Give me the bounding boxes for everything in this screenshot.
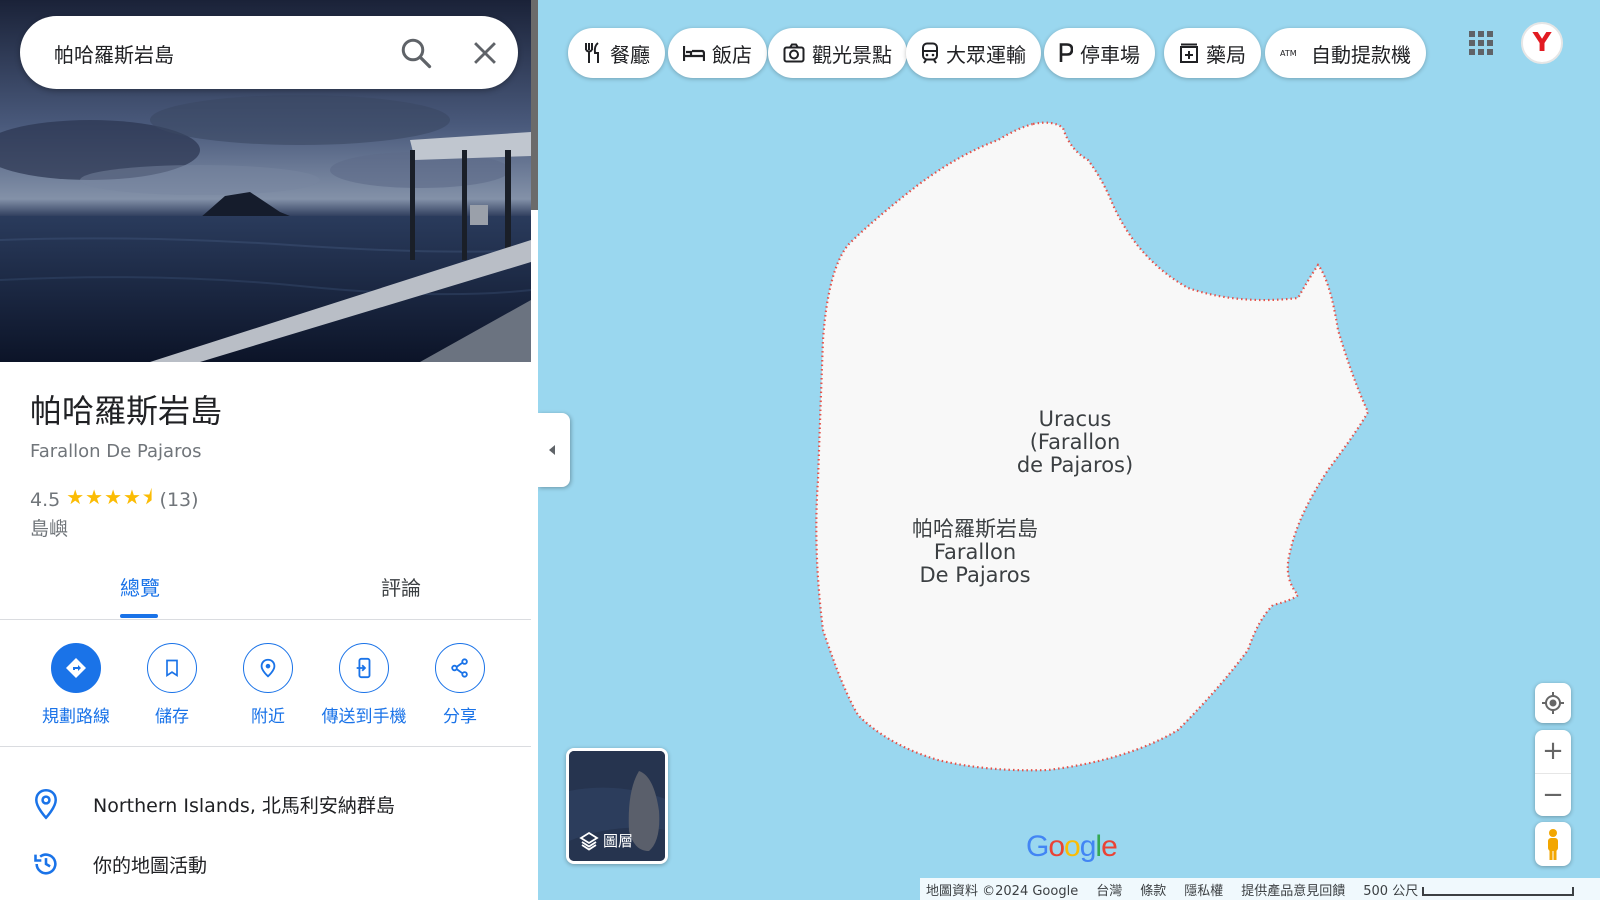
chip-label: 飯店 xyxy=(712,42,752,67)
directions-icon xyxy=(51,643,101,693)
map-activity-row[interactable]: 你的地圖活動 xyxy=(0,838,531,888)
location-pin-icon xyxy=(35,789,57,820)
layers-button[interactable]: 圖層 xyxy=(566,748,668,864)
nearby-button[interactable]: 附近 xyxy=(218,643,318,727)
chip-attractions[interactable]: 觀光景點 xyxy=(768,28,907,78)
place-panel: 帕哈羅斯岩島 Farallon De Pajaros 4.5 ★★★★⯨ (13… xyxy=(0,0,538,900)
chip-atm[interactable]: ATM 自動提款機 xyxy=(1265,28,1426,78)
search-box[interactable] xyxy=(20,16,518,89)
tab-overview[interactable]: 總覽 xyxy=(120,572,160,601)
my-location-button[interactable] xyxy=(1535,683,1571,723)
rating-value: 4.5 xyxy=(30,489,61,511)
pegman-icon xyxy=(1548,829,1558,860)
search-input[interactable] xyxy=(52,32,356,74)
save-label: 儲存 xyxy=(155,707,189,727)
share-label: 分享 xyxy=(443,707,477,727)
search-icon[interactable] xyxy=(398,35,434,71)
chip-label: 停車場 xyxy=(1080,42,1140,67)
chip-restaurant[interactable]: 餐廳 xyxy=(568,28,665,78)
directions-label: 規劃路線 xyxy=(42,707,110,727)
divider xyxy=(0,746,531,747)
google-logo: Google xyxy=(1026,830,1118,863)
nearby-label: 附近 xyxy=(251,707,285,727)
avatar[interactable]: Y xyxy=(1521,22,1563,64)
pharmacy-icon xyxy=(1180,43,1198,63)
rating-row[interactable]: 4.5 ★★★★⯨ (13) xyxy=(30,483,199,517)
map-canvas[interactable]: 餐廳 飯店 觀光景點 大眾運輸 停車場 藥局 ATM 自動提款機 Y Uracu… xyxy=(538,0,1600,900)
send-to-phone-icon xyxy=(339,643,389,693)
map-label-line: Uracus xyxy=(1038,407,1112,431)
parking-icon xyxy=(1059,43,1073,62)
map-label-line: Farallon xyxy=(933,540,1017,564)
panel-scrollbar[interactable] xyxy=(531,0,538,210)
chip-transit[interactable]: 大眾運輸 xyxy=(906,28,1041,78)
review-count[interactable]: (13) xyxy=(160,489,199,511)
chip-hotel[interactable]: 飯店 xyxy=(668,28,767,78)
share-button[interactable]: 分享 xyxy=(410,643,510,727)
scale-bar xyxy=(1422,886,1575,896)
street-view-button[interactable] xyxy=(1535,822,1571,866)
map-data-attribution[interactable]: 地圖資料 ©2024 Google xyxy=(926,880,1078,899)
address-row[interactable]: Northern Islands, 北馬利安納群島 xyxy=(0,778,531,828)
divider xyxy=(0,619,531,620)
map-label-line: de Pajaros) xyxy=(1016,453,1134,477)
chip-label: 藥局 xyxy=(1206,42,1246,67)
close-icon[interactable] xyxy=(468,36,502,70)
zoom-controls: + − xyxy=(1535,730,1571,816)
layers-icon xyxy=(579,831,599,851)
chip-label: 大眾運輸 xyxy=(946,42,1026,67)
map-label-line: 帕哈羅斯岩島 xyxy=(912,517,1038,541)
restaurant-icon xyxy=(585,42,599,63)
place-title: 帕哈羅斯岩島 xyxy=(30,392,223,430)
zoom-in-button[interactable]: + xyxy=(1535,730,1571,773)
map-label-line: De Pajaros xyxy=(919,563,1031,587)
chip-parking[interactable]: 停車場 xyxy=(1044,28,1155,78)
apps-grid-icon[interactable] xyxy=(1468,30,1494,56)
my-location-icon xyxy=(1542,692,1564,714)
place-subtitle: Farallon De Pajaros xyxy=(30,441,202,462)
zoom-out-button[interactable]: − xyxy=(1535,773,1571,816)
active-tab-indicator xyxy=(120,614,158,618)
send-to-phone-button[interactable]: 傳送到手機 xyxy=(314,643,414,727)
collapse-panel-button[interactable] xyxy=(538,413,570,487)
region-link[interactable]: 台灣 xyxy=(1096,880,1122,899)
map-label-place[interactable]: 帕哈羅斯岩島 Farallon De Pajaros xyxy=(900,518,1050,587)
layers-label: 圖層 xyxy=(603,832,634,850)
terms-link[interactable]: 條款 xyxy=(1140,880,1166,899)
send-to-phone-label: 傳送到手機 xyxy=(321,707,407,727)
privacy-link[interactable]: 隱私權 xyxy=(1184,880,1223,899)
share-icon xyxy=(435,643,485,693)
transit-icon xyxy=(922,42,938,64)
atm-icon: ATM xyxy=(1280,49,1297,58)
map-label-line: (Farallon xyxy=(1029,430,1121,454)
camera-icon xyxy=(783,43,805,63)
bookmark-icon xyxy=(147,643,197,693)
map-label-uracus[interactable]: Uracus (Farallon de Pajaros) xyxy=(1000,408,1150,477)
chevron-left-icon xyxy=(549,445,555,455)
hotel-icon xyxy=(683,46,705,61)
scale-control[interactable]: 500 公尺 xyxy=(1363,880,1575,899)
save-button[interactable]: 儲存 xyxy=(122,643,222,727)
nearby-icon xyxy=(243,643,293,693)
chip-pharmacy[interactable]: 藥局 xyxy=(1164,28,1261,78)
address-text: Northern Islands, 北馬利安納群島 xyxy=(93,795,395,817)
map-activity-text: 你的地圖活動 xyxy=(93,855,208,877)
chip-label: 餐廳 xyxy=(610,42,650,67)
chip-label: 觀光景點 xyxy=(812,42,892,67)
feedback-link[interactable]: 提供產品意見回饋 xyxy=(1241,880,1345,899)
map-footer: 地圖資料 ©2024 Google 台灣 條款 隱私權 提供產品意見回饋 500… xyxy=(920,878,1600,900)
scale-label: 500 公尺 xyxy=(1363,883,1419,899)
tab-reviews[interactable]: 評論 xyxy=(381,572,421,601)
history-icon xyxy=(34,853,57,875)
directions-button[interactable]: 規劃路線 xyxy=(26,643,126,727)
place-category[interactable]: 島嶼 xyxy=(30,514,68,541)
rating-stars: ★★★★⯨ xyxy=(66,485,154,509)
chip-label: 自動提款機 xyxy=(1311,42,1411,67)
svg-text:ATM: ATM xyxy=(1280,49,1297,58)
